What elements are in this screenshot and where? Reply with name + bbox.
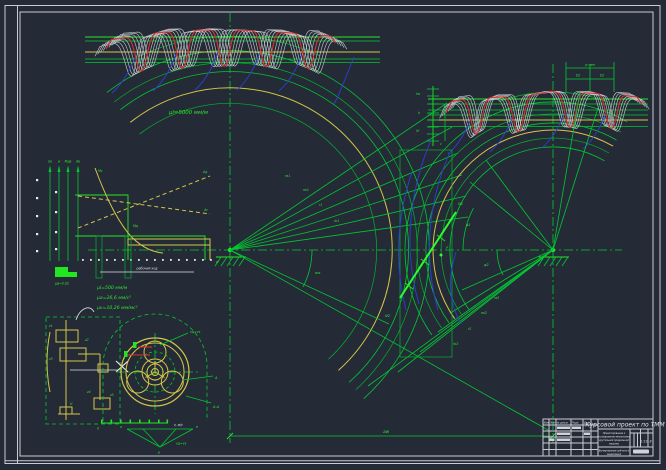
tooth-pitch-dimension: p=πm t/2 t/2	[566, 62, 614, 92]
contact-end-label: N2	[385, 314, 391, 318]
drawing-frame	[5, 6, 660, 464]
section-label: А-А	[212, 405, 220, 409]
radius-label: rw2	[481, 311, 487, 315]
scale-legend-steps	[55, 267, 77, 277]
planetary-front-view: А А-А vд=vз	[116, 330, 220, 414]
document-name: Проектирование и исследование механизмов…	[598, 432, 631, 456]
height-label: h	[418, 111, 420, 115]
ruler-ticks	[101, 420, 168, 424]
scale-annotations: μl=500 мм/м μa=26,6 мм/с² μv=10,26 мм/мс…	[96, 285, 138, 311]
gear2-radius-fan	[368, 92, 598, 386]
contact-end-label: N1	[458, 202, 463, 206]
gear2-reference-circle	[433, 130, 613, 319]
header-col: Изм.	[544, 422, 550, 425]
legend-scale-label: μφ=0,02	[54, 282, 69, 286]
clearance-label: c	[440, 142, 442, 146]
header-col: Подп.	[572, 422, 579, 425]
curve-label: Ас	[203, 208, 208, 212]
radius-label: ra1	[285, 174, 290, 178]
axis-tick-dots	[36, 179, 57, 252]
cursor-trail	[76, 308, 94, 320]
radius-label: r2	[468, 327, 471, 331]
curve-label: Ад	[202, 170, 208, 174]
angle-label: φ2	[484, 263, 489, 267]
cursor-artifacts	[70, 308, 128, 372]
doc-line: зацепления	[607, 453, 622, 456]
header-col: Дата	[583, 422, 591, 425]
gear2-angle-arc	[497, 250, 503, 275]
radius-label: rb2	[453, 342, 458, 346]
axis-label: ψ	[58, 160, 61, 164]
ring-and-sun-circles	[121, 338, 189, 406]
radius-label: ra2	[494, 296, 499, 300]
gear-number: z3	[48, 357, 53, 361]
leader-line	[183, 376, 213, 380]
acceleration-scale: μa=26,6 мм/с²	[96, 295, 131, 301]
doc-line: машины	[609, 443, 619, 446]
half-pitch-label: t/2	[576, 74, 580, 78]
dimension-aw: aw	[227, 430, 556, 439]
centerlines	[88, 13, 622, 443]
carrier-label: H	[70, 402, 73, 406]
angle-label: φ1	[466, 223, 471, 227]
planetary-scheme: z1 z2 z3 z4 z5 H	[46, 308, 220, 424]
pitch-dim-label: p=πm	[584, 63, 595, 67]
curve-label: Мс	[98, 169, 103, 173]
pitch-point	[440, 254, 443, 257]
axis-label: Мдв	[65, 160, 72, 164]
scheme-boundary	[46, 317, 120, 424]
curve-label: Мд	[133, 224, 139, 228]
radius-label: r1	[319, 203, 322, 207]
work-curves	[78, 168, 210, 260]
title-block: Курсовой проект по ТММ Проектирование и …	[543, 419, 665, 456]
diagram-axis-labels: Sв ψ Мдв Ав	[48, 160, 80, 164]
center-distance-label: aw	[383, 430, 390, 435]
gear1-angle-arc	[303, 250, 312, 287]
half-pitch-label: t/2	[600, 74, 604, 78]
gear-number: z5	[109, 393, 114, 397]
length-scale: μl=500 мм/м	[96, 285, 128, 291]
axis-label: Ав	[75, 160, 80, 164]
radius-label: rb1	[334, 219, 339, 223]
scale-annotation-main: μl=5000 мм/м	[168, 110, 208, 116]
gear-number: z4	[86, 390, 91, 394]
left-gear-teeth	[94, 23, 354, 104]
header-col: № докум.	[556, 422, 569, 425]
plan-point-label: в	[196, 425, 198, 429]
revision-header: Изм. Лист № докум. Подп. Дата	[544, 422, 591, 425]
project-title: Курсовой проект по ТММ	[585, 422, 665, 429]
gear-number: z1	[48, 324, 53, 328]
ruler-units-label: v, м/с	[174, 423, 183, 427]
addendum-label: ha	[416, 92, 420, 96]
gear2-angle-arc2	[463, 208, 474, 250]
stroke-label: рабочий ход	[136, 267, 159, 271]
pitch-point-label: P	[446, 246, 449, 250]
sheet-count: 8	[649, 440, 651, 444]
dedendum-label: hf	[416, 129, 420, 133]
marker	[133, 342, 137, 348]
moments-diagram: Sв ψ Мдв Ав φ Мс Ад Ас Мд	[36, 160, 219, 286]
velocity-equality-label: vд=vз	[176, 442, 187, 446]
ruler-zero: 0	[97, 427, 99, 431]
velocity-plan: v, м/с 0 а в р vд=vз	[97, 420, 198, 455]
gear1-radius-fan	[230, 103, 548, 430]
diagram-axes	[49, 166, 82, 262]
pressure-angle-label: αw	[315, 271, 320, 275]
section-label: А	[214, 376, 218, 380]
gear-meshing-drawing: μl=5000 мм/м αw ra1 rw1 r1 rb1	[0, 0, 666, 470]
marker	[124, 351, 128, 357]
gear-number: z2	[84, 338, 89, 342]
side-view-labels: z1 z2 z3 z4 z5 H	[48, 324, 114, 406]
radius-label: rw1	[303, 188, 309, 192]
baseline-dots	[82, 259, 212, 261]
axis-label: Sв	[48, 160, 52, 164]
sheet-border	[5, 6, 660, 464]
plan-pole-label: р	[157, 451, 160, 455]
left-gear-circles	[107, 36, 429, 399]
cad-model-space: μl=5000 мм/м αw ra1 rw1 r1 rb1	[0, 0, 666, 470]
scale-value: 1:10	[640, 440, 649, 444]
plan-point-label: а	[120, 425, 122, 429]
velocity-scale: μv=10,26 мм/мс²	[96, 305, 138, 311]
header-col: Лист	[549, 422, 556, 425]
